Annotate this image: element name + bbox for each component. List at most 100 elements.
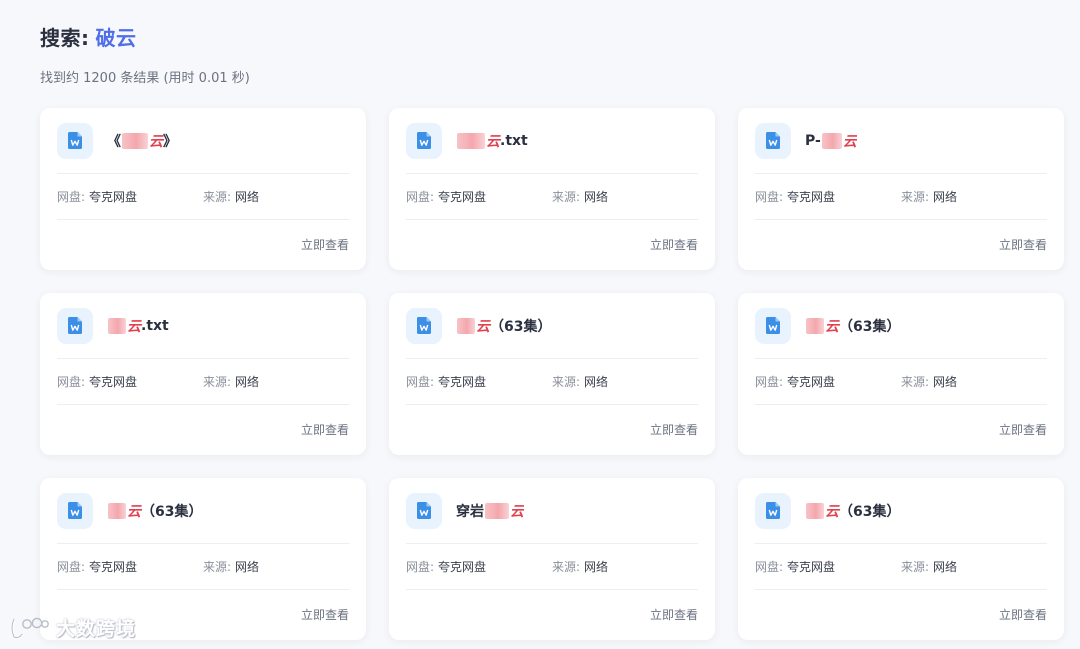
file-badge [755, 492, 791, 529]
title-suffix: .txt [141, 317, 169, 334]
redacted-text [122, 132, 148, 149]
card-footer: 立即查看 [755, 590, 1047, 638]
view-now-link[interactable]: 立即查看 [650, 236, 698, 253]
watermark-logo-icon [10, 617, 49, 639]
word-doc-icon [417, 132, 431, 149]
result-title[interactable]: 云（63集） [805, 501, 900, 521]
file-badge [406, 492, 442, 529]
disk-info: 网盘: 夸克网盘 [406, 558, 552, 575]
results-grid: 《云》网盘: 夸克网盘 来源: 网络 立即查看云 .txt 网盘: 夸克网盘 来源: 网络 立即查看… [40, 108, 1064, 640]
source-label: 来源: [203, 190, 232, 204]
result-title[interactable]: 穿岩 云 [456, 501, 524, 521]
file-badge [406, 307, 442, 344]
title-prefix: 《 [107, 133, 121, 150]
result-title[interactable]: 云（63集） [805, 316, 900, 336]
card-info-row: 网盘: 夸克网盘 来源: 网络 [406, 359, 698, 405]
word-doc-icon [417, 317, 431, 334]
disk-info: 网盘: 夸克网盘 [755, 558, 901, 575]
word-doc-icon [766, 317, 780, 334]
view-now-link[interactable]: 立即查看 [301, 236, 349, 253]
source-label: 来源: [203, 560, 232, 574]
title-suffix: （63集） [141, 503, 203, 520]
file-badge [755, 122, 791, 159]
source-info: 来源: 网络 [203, 373, 349, 390]
card-footer: 立即查看 [57, 405, 349, 453]
disk-info: 网盘: 夸克网盘 [57, 373, 203, 390]
search-query: 破云 [95, 26, 137, 50]
view-now-link[interactable]: 立即查看 [999, 606, 1047, 623]
result-title[interactable]: 云（63集） [107, 501, 202, 521]
disk-value: 夸克网盘 [89, 375, 138, 389]
result-card: 云（63集） 网盘: 夸克网盘 来源: 网络立即查看 [738, 293, 1064, 455]
search-label: 搜索: [40, 26, 90, 50]
card-footer: 立即查看 [406, 405, 698, 453]
file-badge [57, 492, 93, 529]
source-label: 来源: [552, 375, 581, 389]
title-prefix: 穿岩 [456, 503, 484, 520]
source-value: 网络 [235, 560, 260, 574]
card-header: 穿岩 云 [406, 478, 698, 544]
disk-info: 网盘: 夸克网盘 [755, 373, 901, 390]
disk-label: 网盘: [57, 190, 86, 204]
result-card: 《云》网盘: 夸克网盘 来源: 网络 立即查看 [40, 108, 366, 270]
result-summary: 找到约 1200 条结果 (用时 0.01 秒) [40, 71, 250, 86]
card-footer: 立即查看 [755, 220, 1047, 268]
source-label: 来源: [901, 375, 930, 389]
source-info: 来源: 网络 [552, 188, 698, 205]
view-now-link[interactable]: 立即查看 [650, 606, 698, 623]
view-now-link[interactable]: 立即查看 [650, 421, 698, 438]
result-title[interactable]: 云 .txt [107, 316, 169, 336]
title-keyword: 云 [476, 318, 490, 335]
card-info-row: 网盘: 夸克网盘 来源: 网络 [406, 544, 698, 590]
view-now-link[interactable]: 立即查看 [999, 236, 1047, 253]
source-value: 网络 [235, 190, 260, 204]
result-card: 云（63集） 网盘: 夸克网盘 来源: 网络立即查看 [389, 293, 715, 455]
card-header: 云（63集） [57, 478, 349, 544]
source-label: 来源: [901, 190, 930, 204]
disk-value: 夸克网盘 [89, 190, 138, 204]
card-footer: 立即查看 [755, 405, 1047, 453]
card-header: 云 .txt [406, 108, 698, 174]
source-info: 来源: 网络 [901, 188, 1047, 205]
card-info-row: 网盘: 夸克网盘 来源: 网络 [755, 174, 1047, 220]
source-value: 网络 [584, 375, 609, 389]
result-title[interactable]: P- 云 [805, 131, 857, 151]
title-keyword: 云 [127, 318, 141, 335]
word-doc-icon [68, 502, 82, 519]
disk-info: 网盘: 夸克网盘 [406, 188, 552, 205]
result-title[interactable]: 云（63集） [456, 316, 551, 336]
source-info: 来源: 网络 [203, 188, 349, 205]
disk-label: 网盘: [57, 560, 86, 574]
disk-label: 网盘: [755, 375, 784, 389]
view-now-link[interactable]: 立即查看 [301, 421, 349, 438]
card-info-row: 网盘: 夸克网盘 来源: 网络 [755, 544, 1047, 590]
card-info-row: 网盘: 夸克网盘 来源: 网络 [57, 174, 349, 220]
source-label: 来源: [203, 375, 232, 389]
source-info: 来源: 网络 [901, 558, 1047, 575]
redacted-text [485, 502, 509, 519]
source-info: 来源: 网络 [552, 373, 698, 390]
file-badge [755, 307, 791, 344]
title-suffix: （63集） [839, 503, 901, 520]
title-prefix: P- [805, 132, 821, 149]
search-results-page: 搜索: 破云 找到约 1200 条结果 (用时 0.01 秒) 《云》网盘: 夸克网… [0, 0, 1080, 649]
redacted-text [108, 502, 126, 519]
card-header: P- 云 [755, 108, 1047, 174]
disk-value: 夸克网盘 [787, 560, 836, 574]
view-now-link[interactable]: 立即查看 [301, 606, 349, 623]
card-header: 云（63集） [755, 293, 1047, 359]
card-header: 云（63集） [406, 293, 698, 359]
word-doc-icon [766, 132, 780, 149]
redacted-text [806, 502, 824, 519]
source-value: 网络 [933, 375, 958, 389]
view-now-link[interactable]: 立即查看 [999, 421, 1047, 438]
result-title[interactable]: 云 .txt [456, 131, 528, 151]
card-info-row: 网盘: 夸克网盘 来源: 网络 [406, 174, 698, 220]
title-keyword: 云 [149, 133, 163, 150]
result-title[interactable]: 《 云》 [107, 131, 177, 151]
result-card: 穿岩云网盘: 夸克网盘 来源: 网络立即查看 [389, 478, 715, 640]
disk-value: 夸克网盘 [438, 190, 487, 204]
result-card: 云 .txt 网盘: 夸克网盘 来源: 网络立即查看 [40, 293, 366, 455]
card-info-row: 网盘: 夸克网盘 来源: 网络 [57, 544, 349, 590]
disk-label: 网盘: [406, 190, 435, 204]
